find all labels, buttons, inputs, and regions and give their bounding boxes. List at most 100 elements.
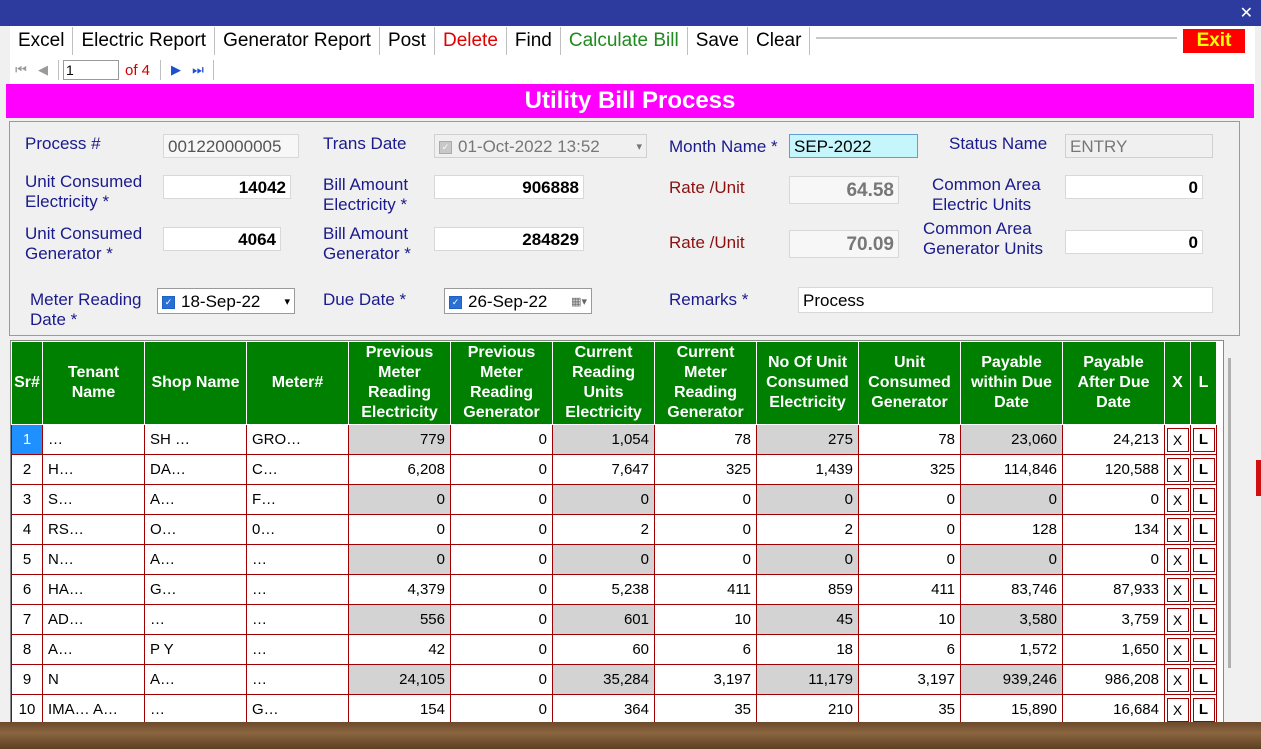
row-number[interactable]: 3: [11, 484, 43, 515]
cell-units-elec[interactable]: 275: [756, 424, 859, 455]
cell-meter[interactable]: G…: [246, 694, 349, 723]
col-header-units-gen[interactable]: Unit Consumed Generator: [858, 341, 961, 425]
cell-pay-within[interactable]: 128: [960, 514, 1063, 545]
cell-tenant[interactable]: RS…: [42, 514, 145, 545]
cell-cur-elec[interactable]: 35,284: [552, 664, 655, 695]
save-button[interactable]: Save: [688, 27, 748, 55]
row-delete-button[interactable]: X: [1166, 667, 1189, 692]
cell-pay-after[interactable]: 24,213: [1062, 424, 1165, 455]
first-record-icon[interactable]: ⏮: [10, 63, 32, 78]
cell-units-elec[interactable]: 210: [756, 694, 859, 723]
col-header-cur-elec[interactable]: Current Reading Units Electricity: [552, 341, 655, 425]
cell-pay-within[interactable]: 3,580: [960, 604, 1063, 635]
checkbox-icon[interactable]: ✓: [162, 296, 175, 310]
calculate-bill-button[interactable]: Calculate Bill: [561, 27, 688, 55]
col-header-prev-gen[interactable]: Previous Meter Reading Generator: [450, 341, 553, 425]
cell-meter[interactable]: …: [246, 634, 349, 665]
row-ledger-button[interactable]: L: [1192, 427, 1215, 452]
cell-tenant[interactable]: S…: [42, 484, 145, 515]
cell-meter[interactable]: …: [246, 544, 349, 575]
cell-prev-elec[interactable]: 154: [348, 694, 451, 723]
common-area-electric-input[interactable]: 0: [1065, 175, 1203, 199]
table-row[interactable]: 2 H… DA… C… 6,208 0 7,647 325 1,439 325 114,846 120…: [11, 454, 1217, 485]
cell-pay-after[interactable]: 87,933: [1062, 574, 1165, 605]
row-delete-button[interactable]: X: [1166, 637, 1189, 662]
cell-shop[interactable]: A…: [144, 664, 247, 695]
cell-tenant[interactable]: H…: [42, 454, 145, 485]
cell-cur-elec[interactable]: 5,238: [552, 574, 655, 605]
cell-units-elec[interactable]: 45: [756, 604, 859, 635]
checkbox-icon[interactable]: ✓: [449, 296, 462, 310]
cell-cur-elec[interactable]: 0: [552, 544, 655, 575]
row-number[interactable]: 4: [11, 514, 43, 545]
row-ledger-button[interactable]: L: [1192, 577, 1215, 602]
cell-pay-within[interactable]: 83,746: [960, 574, 1063, 605]
cell-tenant[interactable]: A…: [42, 634, 145, 665]
unit-electricity-input[interactable]: 14042: [163, 175, 291, 199]
month-name-input[interactable]: SEP-2022: [789, 134, 918, 158]
common-area-generator-input[interactable]: 0: [1065, 230, 1203, 254]
cell-prev-gen[interactable]: 0: [450, 634, 553, 665]
col-header-l[interactable]: L: [1190, 341, 1217, 425]
process-no-field[interactable]: 001220000005: [163, 134, 299, 158]
next-record-icon[interactable]: ▶: [165, 63, 187, 78]
cell-pay-after[interactable]: 986,208: [1062, 664, 1165, 695]
cell-meter[interactable]: GRO…: [246, 424, 349, 455]
cell-tenant[interactable]: N: [42, 664, 145, 695]
cell-units-gen[interactable]: 10: [858, 604, 961, 635]
row-delete-button[interactable]: X: [1166, 547, 1189, 572]
cell-prev-elec[interactable]: 0: [348, 514, 451, 545]
cell-prev-gen[interactable]: 0: [450, 424, 553, 455]
table-row[interactable]: 6 HA… G…… 4,379 0 5,238 411 859 411 83,746 87,933 X…: [11, 574, 1217, 605]
cell-shop[interactable]: …: [144, 694, 247, 723]
cell-pay-within[interactable]: 23,060: [960, 424, 1063, 455]
cell-prev-elec[interactable]: 4,379: [348, 574, 451, 605]
cell-shop[interactable]: DA…: [144, 454, 247, 485]
cell-prev-gen[interactable]: 0: [450, 574, 553, 605]
cell-tenant[interactable]: AD…: [42, 604, 145, 635]
table-row[interactable]: 1… SH … GRO… 779 0 1,054 78 275 78 23,060 24,213 X L: [11, 424, 1217, 455]
cell-units-gen[interactable]: 0: [858, 544, 961, 575]
row-number[interactable]: 10: [11, 694, 43, 723]
cell-units-gen[interactable]: 3,197: [858, 664, 961, 695]
cell-meter[interactable]: …: [246, 604, 349, 635]
clear-button[interactable]: Clear: [748, 27, 811, 55]
cell-shop[interactable]: P Y: [144, 634, 247, 665]
cell-cur-elec[interactable]: 2: [552, 514, 655, 545]
cell-cur-gen[interactable]: 0: [654, 484, 757, 515]
cell-pay-within[interactable]: 939,246: [960, 664, 1063, 695]
delete-button[interactable]: Delete: [435, 27, 507, 55]
row-ledger-button[interactable]: L: [1192, 667, 1215, 692]
cell-meter[interactable]: …: [246, 664, 349, 695]
table-row[interactable]: 3 S… A… F… 0 0 0 0 0 0 0 0 X L: [11, 484, 1217, 515]
row-ledger-button[interactable]: L: [1192, 517, 1215, 542]
cell-units-gen[interactable]: 78: [858, 424, 961, 455]
cell-shop[interactable]: A…: [144, 484, 247, 515]
cell-tenant[interactable]: N…: [42, 544, 145, 575]
cell-pay-within[interactable]: 114,846: [960, 454, 1063, 485]
row-ledger-button[interactable]: L: [1192, 457, 1215, 482]
row-delete-button[interactable]: X: [1166, 607, 1189, 632]
cell-meter[interactable]: 0…: [246, 514, 349, 545]
cell-prev-gen[interactable]: 0: [450, 604, 553, 635]
cell-pay-within[interactable]: 0: [960, 544, 1063, 575]
cell-units-gen[interactable]: 325: [858, 454, 961, 485]
col-header-pay-after[interactable]: Payable After Due Date: [1062, 341, 1165, 425]
cell-prev-elec[interactable]: 42: [348, 634, 451, 665]
col-header-tenant[interactable]: Tenant Name: [42, 341, 145, 425]
exit-button[interactable]: Exit: [1183, 29, 1245, 53]
last-record-icon[interactable]: ⏭: [187, 63, 209, 78]
cell-prev-elec[interactable]: 24,105: [348, 664, 451, 695]
table-row[interactable]: 10 IMA… A…… G… 154 0 364 35 210 35 15,890 16,684 X L: [11, 694, 1217, 723]
cell-pay-after[interactable]: 134: [1062, 514, 1165, 545]
cell-units-gen[interactable]: 411: [858, 574, 961, 605]
cell-units-gen[interactable]: 35: [858, 694, 961, 723]
row-delete-button[interactable]: X: [1166, 427, 1189, 452]
row-number[interactable]: 8: [11, 634, 43, 665]
row-number[interactable]: 7: [11, 604, 43, 635]
cell-prev-gen[interactable]: 0: [450, 664, 553, 695]
row-ledger-button[interactable]: L: [1192, 547, 1215, 572]
table-row[interactable]: 8 A… P Y… 42 0 60 6 18 6 1,572 1,650 X L: [11, 634, 1217, 665]
cell-prev-gen[interactable]: 0: [450, 454, 553, 485]
cell-units-elec[interactable]: 1,439: [756, 454, 859, 485]
